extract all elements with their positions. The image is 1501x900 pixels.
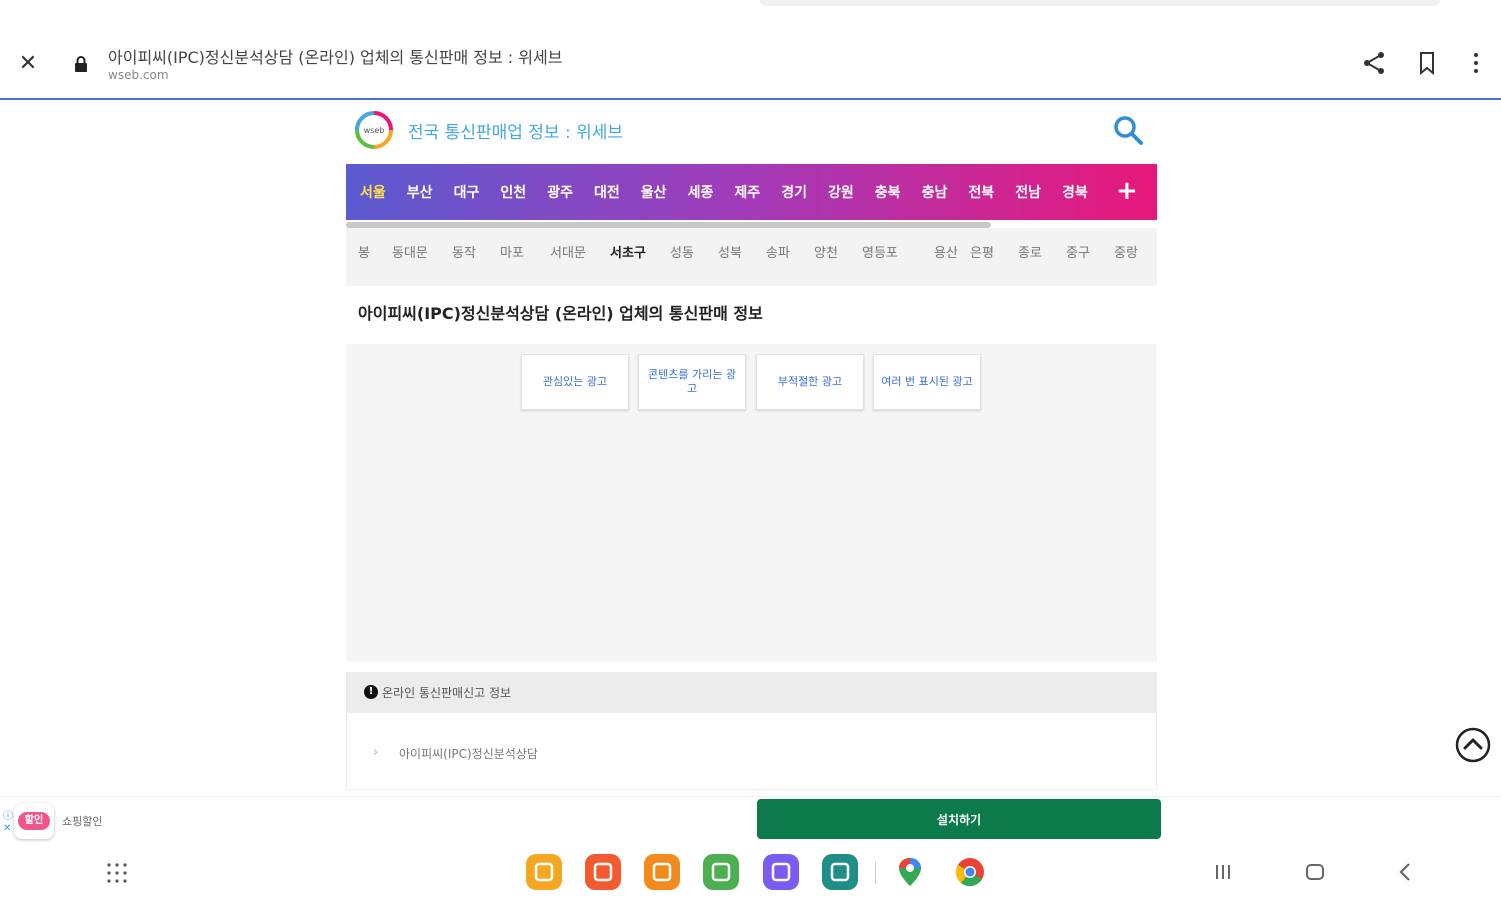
info-section-header: ! 온라인 통신판매신고 정보 [346,672,1157,712]
recent-apps-icon[interactable] [1211,860,1235,884]
region-tab[interactable]: 충북 [875,182,901,202]
site-content: wseb 전국 통신판매업 정보 : 위세브 + 서울 부산 대구 인천 광주 대전 울산 세… [346,100,1157,790]
district-tab[interactable]: 송파 [766,242,790,261]
ad-app-logo[interactable]: 할인 [14,803,54,839]
calculator-app-icon[interactable] [703,854,739,890]
district-tab[interactable]: 중구 [1066,242,1090,261]
region-tab[interactable]: 대전 [594,182,620,202]
business-name-value: 아이피씨(IPC)정신분석상담 [399,747,538,761]
page-url: wseb.com [108,68,169,82]
ad-feedback-button[interactable]: 여러 번 표시된 광고 [873,354,981,410]
more-regions-button[interactable]: + [1116,176,1138,206]
region-tab[interactable]: 강원 [828,182,854,202]
district-tab[interactable]: 양천 [814,242,838,261]
district-tab[interactable]: 동작 [452,242,476,261]
ad-text: 쇼핑할인 [62,815,103,828]
bookmark-icon[interactable] [1414,50,1440,76]
region-nav: + 서울 부산 대구 인천 광주 대전 울산 세종 제주 경기 강원 충북 충남 전북 전남 경북 [346,164,1157,220]
info-section-title: 온라인 통신판매신고 정보 [382,686,512,700]
ad-banner: ⓘ ✕ 할인 쇼핑할인 설치하기 [0,796,1501,845]
notes-app-icon[interactable] [585,854,621,890]
ad-feedback-button[interactable]: 부적절한 광고 [756,354,864,410]
site-logo[interactable]: wseb [354,110,394,150]
page-title: 아이피씨(IPC)정신분석상담 (온라인) 업체의 통신판매 정보 : 위세브 [108,48,563,67]
site-name[interactable]: 전국 통신판매업 정보 : 위세브 [408,118,623,143]
region-tab[interactable]: 제주 [734,182,760,202]
lock-icon [75,56,87,72]
district-tab[interactable]: 용산 [934,242,958,261]
region-tab[interactable]: 대구 [454,182,480,202]
district-tab[interactable]: 은평 [970,242,994,261]
internet-app-icon[interactable] [763,854,799,890]
scroll-to-top-icon[interactable] [1455,727,1491,763]
district-tab[interactable]: 서대문 [550,242,586,261]
more-options-icon[interactable] [1463,50,1489,76]
chevron-right-icon: › [373,745,379,760]
chrome-app-icon[interactable] [952,854,988,890]
app-drawer-icon[interactable] [106,862,128,884]
region-tab[interactable]: 부산 [407,182,433,202]
district-tab[interactable]: 봉 [358,242,370,261]
home-icon[interactable] [1303,860,1327,884]
region-tab[interactable]: 전북 [968,182,994,202]
back-icon[interactable] [1394,860,1418,884]
share-icon[interactable] [1361,50,1387,76]
region-tab[interactable]: 인천 [500,182,526,202]
folder-app-icon[interactable] [526,854,562,890]
region-tab[interactable]: 울산 [641,182,667,202]
site-header: wseb 전국 통신판매업 정보 : 위세브 [346,100,1157,164]
maps-app-icon[interactable] [892,854,928,890]
calendar-app-icon[interactable] [822,854,858,890]
close-tab-icon[interactable]: ✕ [16,52,40,76]
contacts-app-icon[interactable] [644,854,680,890]
ad-choices-icon[interactable]: ⓘ ✕ [3,811,13,835]
system-taskbar [0,846,1501,900]
region-tab[interactable]: 경기 [781,182,807,202]
notification-strip [760,0,1440,6]
dock-separator [875,862,876,884]
info-section-body: › 아이피씨(IPC)정신분석상담 [346,712,1157,790]
ad-feedback-area: 관심있는 광고 콘텐츠를 가리는 광고 부적절한 광고 여러 번 표시된 광고 [346,344,1157,662]
region-tab[interactable]: 세종 [688,182,714,202]
district-tab[interactable]: 성동 [670,242,694,261]
region-tab[interactable]: 경북 [1062,182,1088,202]
district-tab[interactable]: 서초구 [610,242,646,261]
ad-logo-label: 할인 [18,812,50,830]
region-tab[interactable]: 충남 [922,182,948,202]
district-tab[interactable]: 성북 [718,242,742,261]
browser-toolbar: ✕ 아이피씨(IPC)정신분석상담 (온라인) 업체의 통신판매 정보 : 위세… [0,0,1501,100]
info-icon: ! [364,685,378,699]
ad-feedback-button[interactable]: 관심있는 광고 [521,354,629,410]
business-title: 아이피씨(IPC)정신분석상담 (온라인) 업체의 통신판매 정보 [358,304,763,323]
district-tab[interactable]: 영등포 [862,242,898,261]
district-tab[interactable]: 동대문 [392,242,428,261]
search-icon[interactable] [1112,114,1144,146]
region-tab[interactable]: 광주 [547,182,573,202]
install-button[interactable]: 설치하기 [757,799,1161,839]
district-tab[interactable]: 종로 [1018,242,1042,261]
logo-text: wseb [364,126,385,135]
district-tab[interactable]: 마포 [500,242,524,261]
region-tab[interactable]: 전남 [1015,182,1041,202]
district-tab[interactable]: 중랑 [1114,242,1138,261]
district-nav: 봉 동대문 동작 마포 서대문 서초구 성동 성북 송파 양천 영등포 용산 은평 종로 중구 중랑 [346,228,1157,415]
region-tab[interactable]: 서울 [360,182,386,202]
ad-feedback-button[interactable]: 콘텐츠를 가리는 광고 [638,354,746,410]
